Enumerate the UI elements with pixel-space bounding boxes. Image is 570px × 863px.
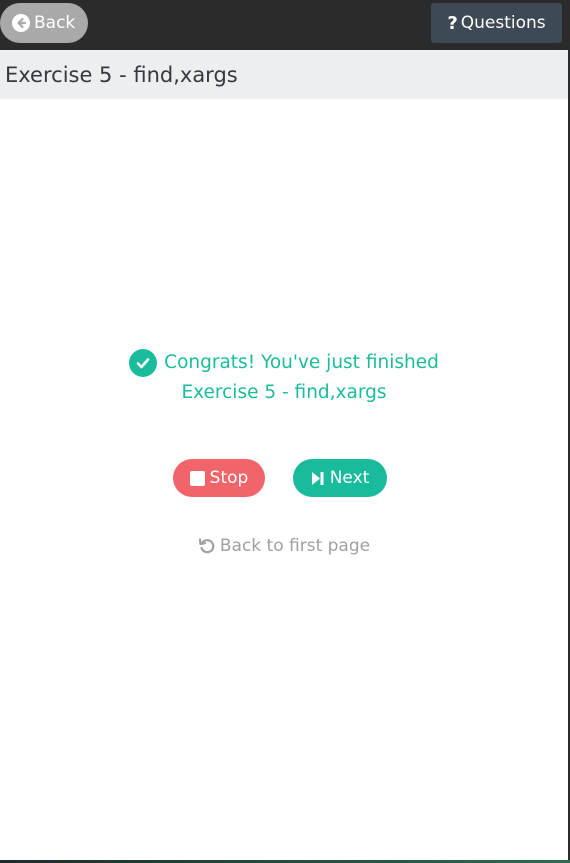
next-button[interactable]: Next (293, 459, 387, 497)
back-to-first-page-label: Back to first page (219, 536, 371, 556)
stop-label: Stop (209, 468, 249, 488)
page-title: Exercise 5 - find,xargs (5, 62, 238, 87)
undo-icon (198, 537, 216, 555)
stop-square-icon (189, 470, 205, 486)
questions-label: Questions (460, 13, 546, 33)
next-label: Next (329, 468, 370, 488)
back-to-first-page-link[interactable]: Back to first page (0, 536, 568, 556)
congrats-exercise-name: Exercise 5 - find,xargs (181, 382, 387, 403)
questions-button[interactable]: ? Questions (431, 3, 562, 43)
congrats-text: Congrats! You've just finished (164, 352, 439, 373)
arrow-circle-left-icon (12, 14, 30, 32)
congrats-line-1: Congrats! You've just finished (0, 348, 568, 378)
page-title-bar: Exercise 5 - find,xargs (0, 50, 568, 99)
step-forward-icon (311, 471, 324, 486)
check-circle-icon (129, 349, 158, 377)
back-label: Back (34, 13, 76, 33)
main-panel: Exercise 5 - find,xargs Congrats! You've… (0, 50, 568, 860)
stop-button[interactable]: Stop (173, 459, 265, 497)
question-mark-icon: ? (447, 12, 458, 34)
back-button[interactable]: Back (0, 3, 88, 43)
top-bar: Back ? Questions (0, 0, 570, 48)
congrats-message: Congrats! You've just finished Exercise … (0, 348, 568, 408)
